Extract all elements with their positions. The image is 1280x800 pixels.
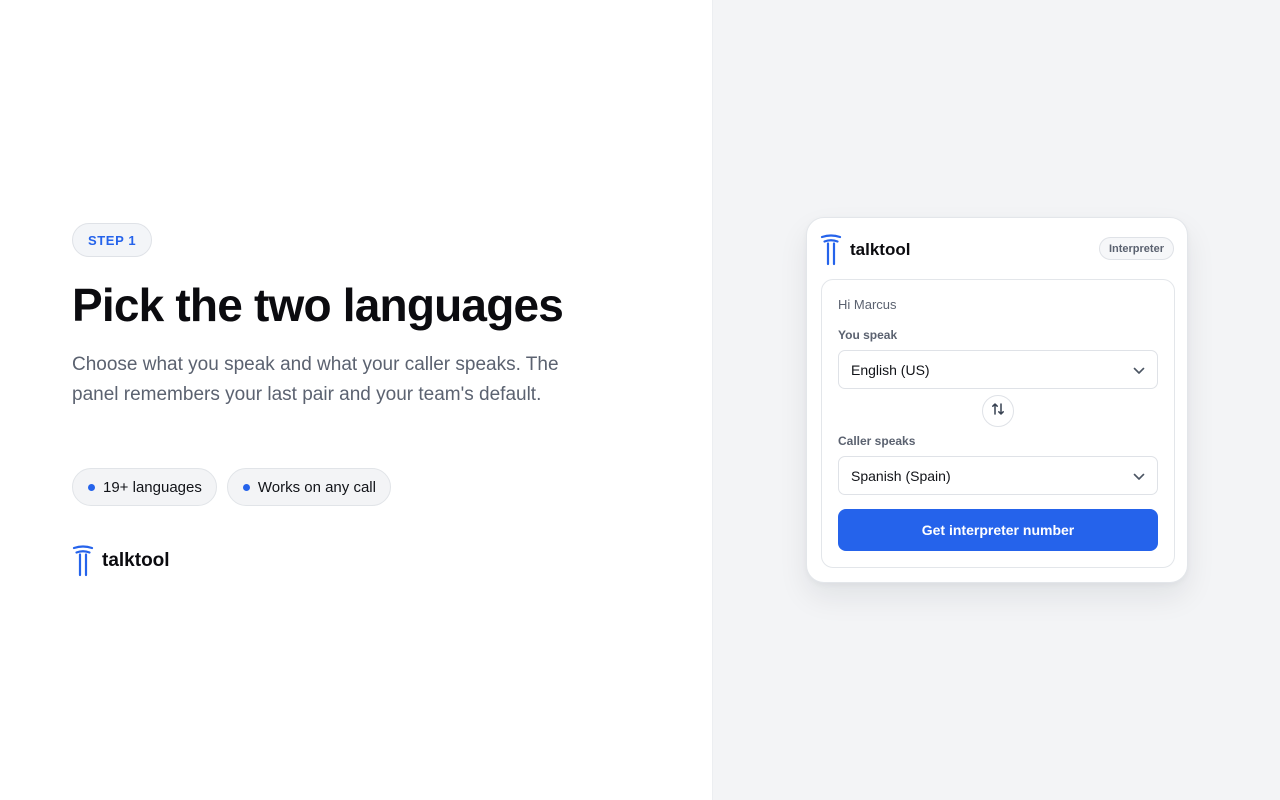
bullet-dot-icon (242, 483, 250, 491)
intro-description: Choose what you speak and what your call… (72, 354, 559, 405)
brand-name: talktool (850, 240, 911, 259)
feature-chip-label: Works on any call (257, 478, 376, 496)
feature-chips: 19+ languages Works on any call (72, 468, 391, 506)
you-speak-label: You speak (838, 328, 898, 342)
caller-speaks-label: Caller speaks (838, 434, 916, 448)
feature-chip-any-call: Works on any call (226, 468, 391, 506)
talktool-logo-icon (820, 234, 842, 266)
chevron-down-icon (1133, 362, 1145, 378)
panel-brand: talktool (820, 234, 910, 266)
page-title: Pick the two languages (72, 279, 564, 331)
caller-speaks-value: Spanish (Spain) (851, 467, 951, 484)
feature-chip-label: 19+ languages (103, 478, 202, 496)
intro-pane: STEP 1 Pick the two languages Choose wha… (0, 0, 712, 800)
get-interpreter-number-button[interactable]: Get interpreter number (838, 509, 1158, 551)
step-badge: STEP 1 (72, 223, 153, 257)
caller-speaks-select[interactable]: Spanish (Spain) (838, 456, 1158, 495)
language-form: Hi Marcus You speak English (US) Caller … (821, 279, 1175, 568)
brand-name: talktool (102, 550, 170, 571)
talktool-logo-icon (72, 545, 94, 577)
brand-footer: talktool (72, 545, 170, 577)
interpreter-panel: talktool Interpreter Hi Marcus You speak… (806, 217, 1188, 583)
bullet-dot-icon (88, 483, 95, 491)
greeting-text: Hi Marcus (838, 297, 897, 312)
you-speak-value: English (US) (851, 361, 930, 378)
chevron-down-icon (1133, 468, 1145, 484)
swap-vertical-icon (991, 402, 1005, 421)
swap-languages-button[interactable] (982, 395, 1014, 427)
feature-chip-languages: 19+ languages (72, 468, 217, 506)
role-badge: Interpreter (1098, 237, 1174, 260)
you-speak-select[interactable]: English (US) (838, 350, 1158, 389)
